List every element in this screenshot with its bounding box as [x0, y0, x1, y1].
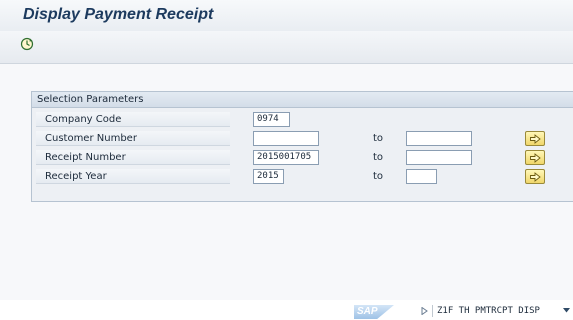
customer-number-multiple-selection-button[interactable] [525, 131, 545, 146]
receipt-number-low-input[interactable]: 2015001705 [253, 150, 319, 165]
status-bar: SAP Z1F TH PMTRCPT DISP [0, 300, 573, 320]
sap-logo: SAP [354, 305, 394, 319]
company-code-input[interactable]: 0974 [253, 112, 290, 127]
row-customer-number: Customer Number to [36, 131, 566, 147]
arrow-right-icon [530, 134, 541, 144]
label-company-code: Company Code [36, 112, 230, 127]
label-receipt-year: Receipt Year [36, 169, 230, 184]
label-receipt-number: Receipt Number [36, 150, 230, 165]
receipt-year-low-input[interactable]: 2015 [253, 169, 284, 184]
receipt-number-high-input[interactable] [406, 150, 472, 165]
row-receipt-number: Receipt Number 2015001705 to [36, 150, 566, 166]
row-receipt-year: Receipt Year 2015 to [36, 169, 566, 185]
application-toolbar [0, 31, 573, 64]
to-label: to [373, 133, 384, 144]
customer-number-low-input[interactable] [253, 131, 319, 146]
chevron-down-icon[interactable] [563, 308, 570, 313]
system-info: Z1F TH PMTRCPT DISP [437, 306, 540, 316]
separator [432, 305, 433, 317]
execute-button[interactable] [20, 37, 34, 51]
title-bar: Display Payment Receipt [0, 0, 573, 31]
selection-screen: Selection Parameters Company Code 0974 C… [0, 64, 573, 300]
receipt-year-high-input[interactable] [406, 169, 437, 184]
customer-number-high-input[interactable] [406, 131, 472, 146]
arrow-right-icon [530, 172, 541, 182]
to-label: to [373, 171, 384, 182]
label-customer-number: Customer Number [36, 131, 230, 146]
page-title: Display Payment Receipt [23, 6, 214, 23]
group-title: Selection Parameters [32, 92, 573, 108]
selection-parameters-group: Selection Parameters Company Code 0974 C… [31, 91, 573, 202]
receipt-year-multiple-selection-button[interactable] [525, 169, 545, 184]
receipt-number-multiple-selection-button[interactable] [525, 150, 545, 165]
execute-clock-icon [20, 37, 34, 51]
to-label: to [373, 152, 384, 163]
play-icon[interactable] [421, 307, 428, 315]
arrow-right-icon [530, 153, 541, 163]
row-company-code: Company Code 0974 [36, 112, 566, 128]
